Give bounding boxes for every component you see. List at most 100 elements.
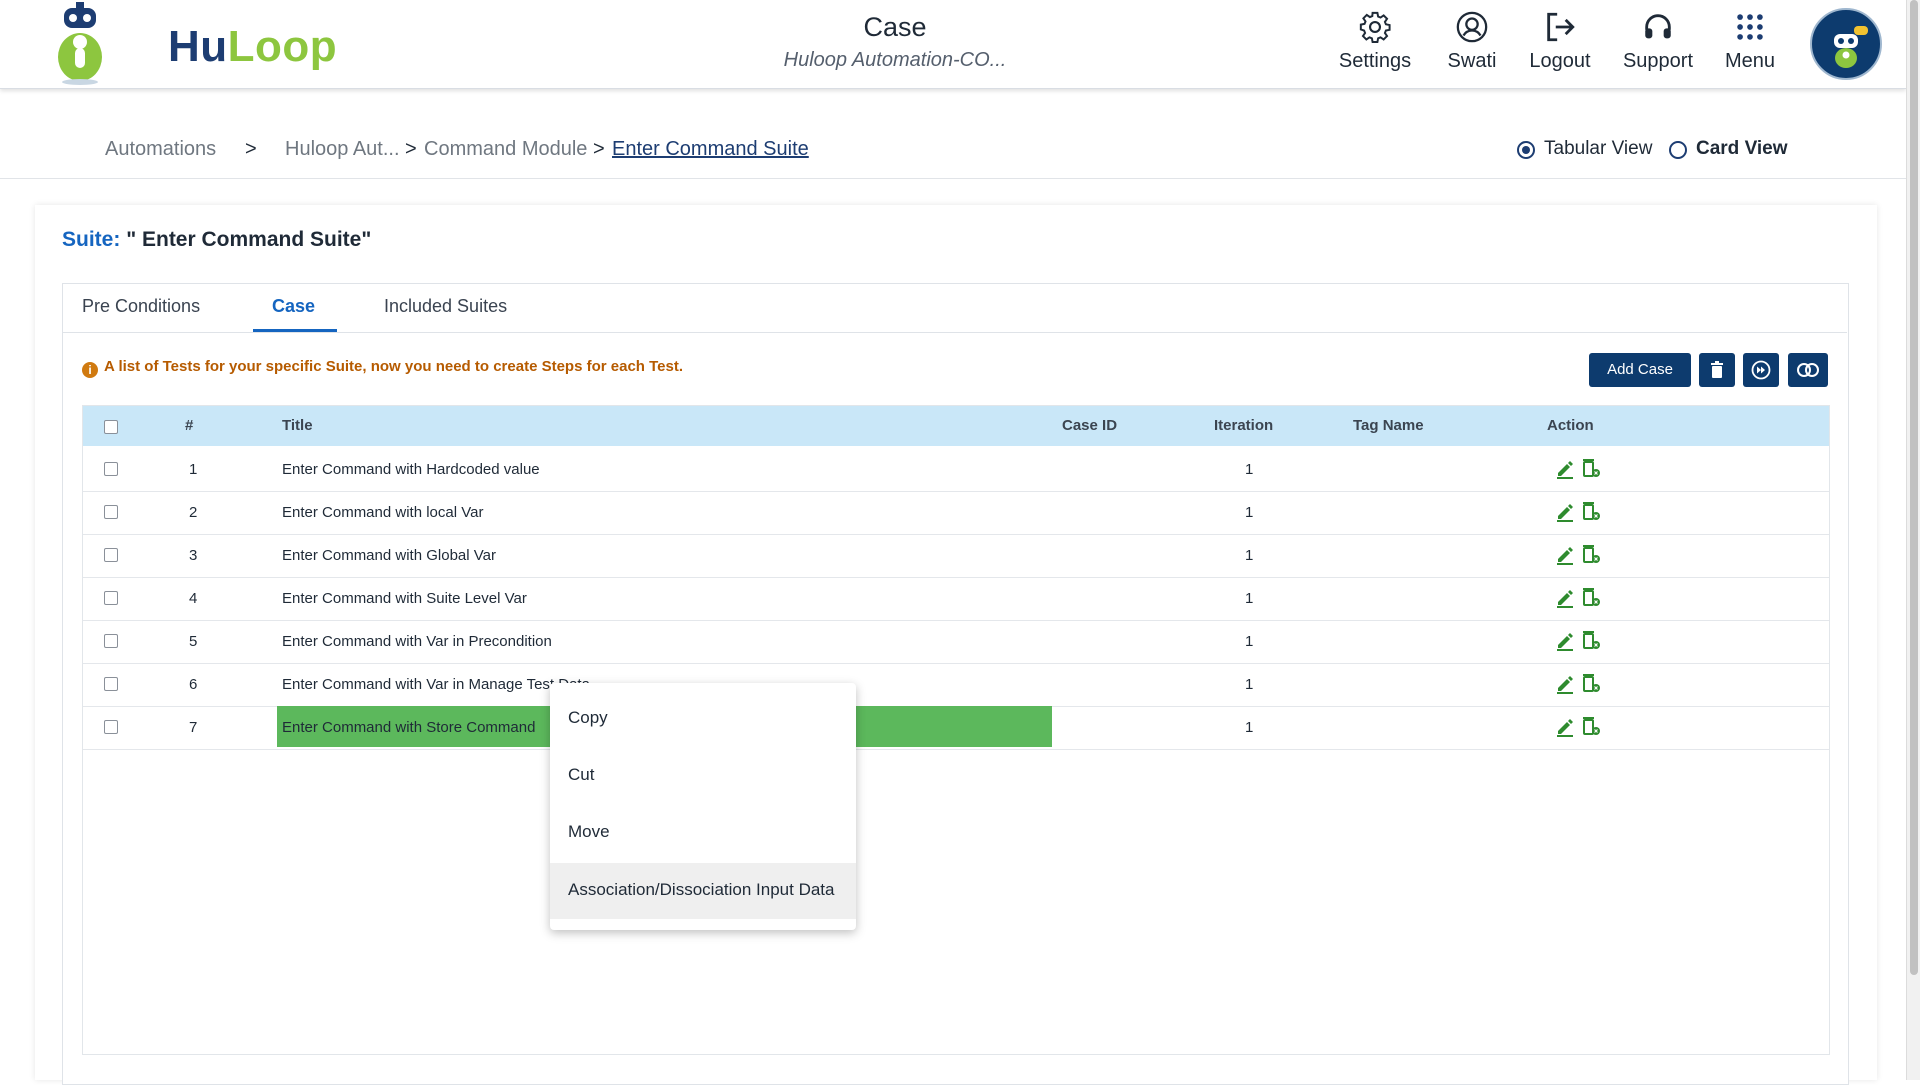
row-checkbox[interactable] (104, 634, 118, 648)
row-title[interactable]: Enter Command with Var in Precondition (282, 633, 552, 650)
link-suites-button[interactable] (1788, 353, 1828, 387)
breadcrumb-separator: > (245, 138, 257, 160)
context-menu-copy-label: Copy (568, 708, 608, 727)
table-row[interactable]: 4 Enter Command with Suite Level Var 1 (83, 577, 1829, 621)
delete-case-icon[interactable] (1581, 500, 1601, 522)
context-menu-move-label: Move (568, 822, 610, 841)
context-menu-move[interactable]: Move (550, 805, 856, 861)
gear-icon (1359, 11, 1391, 44)
headphones-icon (1645, 14, 1671, 39)
edit-icon[interactable] (1555, 586, 1575, 608)
assistant-avatar[interactable] (1810, 8, 1882, 80)
column-header-action: Action (1547, 417, 1594, 434)
delete-case-icon[interactable] (1581, 672, 1601, 694)
delete-case-icon[interactable] (1581, 457, 1601, 479)
row-title[interactable]: Enter Command with Suite Level Var (282, 590, 527, 607)
card-view-label: Card View (1696, 138, 1788, 159)
tab-included-suites[interactable]: Included Suites (384, 296, 507, 317)
row-iteration: 1 (1245, 504, 1254, 521)
breadcrumb-command-module[interactable]: Command Module (424, 138, 587, 161)
delete-case-icon[interactable] (1581, 629, 1601, 651)
breadcrumb-separator: > (593, 138, 605, 160)
delete-case-icon[interactable] (1581, 586, 1601, 608)
row-index: 6 (189, 676, 198, 693)
info-message: i A list of Tests for your specific Suite… (82, 358, 683, 378)
add-case-button[interactable]: Add Case (1589, 353, 1691, 387)
edit-icon[interactable] (1555, 500, 1575, 522)
column-header-tag-name: Tag Name (1353, 417, 1424, 434)
context-menu-copy[interactable]: Copy (550, 691, 856, 747)
row-title[interactable]: Enter Command with Var in Manage Test Da… (282, 676, 590, 693)
row-title[interactable]: Enter Command with Global Var (282, 547, 496, 564)
table-row-selected[interactable]: 7 Enter Command with Store Command 1 (83, 706, 1829, 750)
edit-icon[interactable] (1555, 672, 1575, 694)
cases-table: # Title Case ID Iteration Tag Name Actio… (82, 405, 1830, 1055)
column-header-index: # (185, 417, 194, 434)
brand-wordmark: HuLoop (168, 22, 338, 71)
row-checkbox[interactable] (104, 462, 118, 476)
context-menu-cut[interactable]: Cut (550, 748, 856, 804)
logout-icon (1547, 12, 1575, 42)
row-checkbox[interactable] (104, 591, 118, 605)
table-row[interactable]: 1 Enter Command with Hardcoded value 1 (83, 448, 1829, 492)
nav-support[interactable]: Support (1608, 10, 1708, 73)
breadcrumb-current-suite[interactable]: Enter Command Suite (612, 138, 809, 161)
tabs-divider (63, 332, 1847, 333)
table-row[interactable]: 5 Enter Command with Var in Precondition… (83, 620, 1829, 664)
row-title[interactable]: Enter Command with Store Command (282, 719, 535, 736)
row-checkbox[interactable] (104, 505, 118, 519)
info-icon: i (82, 362, 98, 378)
nav-logout[interactable]: Logout (1510, 10, 1610, 73)
breadcrumb-huloop-automation[interactable]: Huloop Aut... (285, 138, 400, 161)
suite-title: Suite: " Enter Command Suite" (62, 228, 371, 252)
suite-label: Suite: (62, 228, 121, 251)
tabular-view-radio[interactable] (1517, 141, 1535, 159)
card-view-radio[interactable] (1669, 141, 1687, 159)
nav-user[interactable]: Swati (1422, 10, 1522, 73)
breadcrumb-separator: > (405, 138, 417, 160)
row-index: 2 (189, 504, 198, 521)
nav-settings[interactable]: Settings (1325, 10, 1425, 73)
run-cases-button[interactable] (1743, 353, 1779, 387)
edit-icon[interactable] (1555, 543, 1575, 565)
select-all-checkbox[interactable] (104, 420, 118, 434)
huloop-logo[interactable]: HuLoop (50, 2, 337, 86)
column-header-case-id: Case ID (1062, 417, 1118, 434)
row-checkbox[interactable] (104, 720, 118, 734)
edit-icon[interactable] (1555, 457, 1575, 479)
delete-case-icon[interactable] (1581, 715, 1601, 737)
info-text: A list of Tests for your specific Suite,… (104, 358, 684, 375)
delete-case-icon[interactable] (1581, 543, 1601, 565)
delete-cases-button[interactable] (1699, 353, 1735, 387)
fast-forward-icon (1751, 360, 1771, 380)
edit-icon[interactable] (1555, 629, 1575, 651)
context-menu: Copy Cut Move Association/Dissociation I… (550, 683, 856, 930)
table-row[interactable]: 2 Enter Command with local Var 1 (83, 491, 1829, 535)
edit-icon[interactable] (1555, 715, 1575, 737)
tabular-view-label: Tabular View (1544, 138, 1653, 159)
row-iteration: 1 (1245, 719, 1254, 736)
row-iteration: 1 (1245, 633, 1254, 650)
nav-menu[interactable]: Menu (1700, 10, 1800, 73)
row-title[interactable]: Enter Command with Hardcoded value (282, 461, 540, 478)
tab-pre-conditions[interactable]: Pre Conditions (82, 296, 200, 317)
context-menu-cut-label: Cut (568, 765, 595, 784)
row-checkbox[interactable] (104, 548, 118, 562)
column-header-title: Title (282, 417, 313, 434)
scrollbar-thumb[interactable] (1910, 0, 1918, 975)
link-icon (1797, 363, 1819, 377)
nav-menu-label: Menu (1724, 50, 1776, 72)
table-header: # Title Case ID Iteration Tag Name Actio… (83, 406, 1829, 446)
row-checkbox[interactable] (104, 677, 118, 691)
vertical-scrollbar[interactable] (1906, 0, 1920, 1080)
tab-case[interactable]: Case (272, 296, 315, 317)
context-menu-association[interactable]: Association/Dissociation Input Data (550, 863, 856, 919)
breadcrumb-automations[interactable]: Automations (105, 138, 216, 161)
table-row[interactable]: 3 Enter Command with Global Var 1 (83, 534, 1829, 578)
row-title[interactable]: Enter Command with local Var (282, 504, 483, 521)
row-index: 3 (189, 547, 198, 564)
table-row[interactable]: 6 Enter Command with Var in Manage Test … (83, 663, 1829, 707)
nav-user-label: Swati (1447, 50, 1497, 72)
row-iteration: 1 (1245, 461, 1254, 478)
user-icon (1456, 11, 1488, 43)
